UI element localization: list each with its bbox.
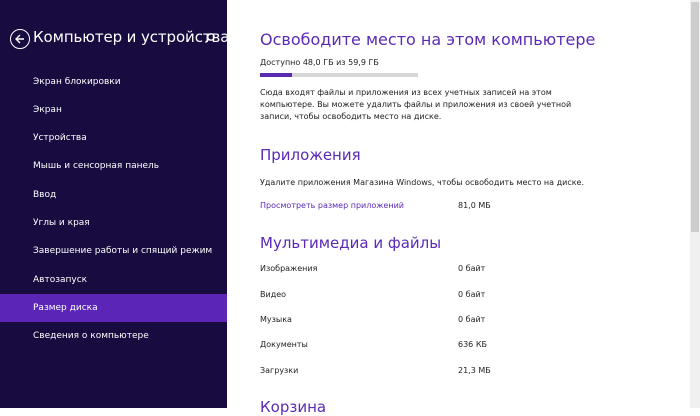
sidebar-item-mouse-touchpad[interactable]: Мышь и сенсорная панель [0, 152, 227, 180]
search-icon[interactable] [204, 32, 216, 44]
media-row-value: 0 байт [458, 290, 486, 299]
media-section-title: Мультимедиа и файлы [260, 234, 442, 252]
sidebar-item-pc-info[interactable]: Сведения о компьютере [0, 322, 227, 350]
apps-size-value: 81,0 МБ [458, 201, 491, 210]
main-content: Освободите место на этом компьютере Дост… [227, 0, 700, 416]
media-row-label: Изображения [260, 264, 318, 273]
media-row-label: Музыка [260, 315, 292, 324]
sidebar-item-display[interactable]: Экран [0, 96, 227, 124]
media-row-value: 636 КБ [458, 340, 487, 349]
apps-description: Удалите приложения Магазина Windows, что… [260, 178, 585, 187]
sidebar-item-disk-space[interactable]: Размер диска [0, 294, 227, 322]
scrollbar-thumb[interactable] [691, 2, 699, 232]
sidebar-item-label: Экран [33, 105, 62, 115]
sidebar-item-label: Устройства [33, 133, 87, 143]
media-row-value: 21,3 МБ [458, 366, 491, 375]
sidebar-item-label: Автозапуск [33, 275, 88, 285]
view-app-sizes-link[interactable]: Просмотреть размер приложений [260, 201, 404, 210]
disk-usage-bar [260, 73, 418, 77]
sidebar-item-devices[interactable]: Устройства [0, 124, 227, 152]
available-space-label: Доступно 48,0 ГБ из 59,9 ГБ [260, 58, 379, 67]
sidebar-item-label: Углы и края [33, 218, 90, 228]
sidebar-title: Компьютер и устройства [33, 28, 230, 46]
page-title: Освободите место на этом компьютере [260, 30, 596, 49]
media-row-label: Загрузки [260, 366, 299, 375]
sidebar-item-label: Завершение работы и спящий режим [33, 246, 213, 256]
sidebar-header: Компьютер и устройства [0, 28, 230, 56]
media-row-label: Документы [260, 340, 308, 349]
sidebar-item-typing[interactable]: Ввод [0, 181, 227, 209]
back-button[interactable] [10, 29, 30, 49]
media-row-label: Видео [260, 290, 287, 299]
sidebar-item-label: Сведения о компьютере [33, 331, 149, 341]
sidebar-item-corners-edges[interactable]: Углы и края [0, 209, 227, 237]
media-row-value: 0 байт [458, 315, 486, 324]
sidebar-item-power-sleep[interactable]: Завершение работы и спящий режим [0, 237, 227, 265]
sidebar: Компьютер и устройства Экран блокировки … [0, 0, 230, 408]
back-arrow-icon [15, 34, 24, 44]
apps-section-title: Приложения [260, 146, 361, 164]
scrollbar[interactable] [690, 0, 700, 408]
page-description: Сюда входят файлы и приложения из всех у… [260, 88, 572, 121]
sidebar-item-label: Размер диска [33, 303, 98, 313]
sidebar-item-label: Мышь и сенсорная панель [33, 161, 160, 171]
recycle-bin-section-title: Корзина [260, 398, 327, 416]
sidebar-item-autoplay[interactable]: Автозапуск [0, 266, 227, 294]
sidebar-item-lock-screen[interactable]: Экран блокировки [0, 68, 227, 96]
disk-usage-bar-fill [260, 73, 292, 77]
media-row-value: 0 байт [458, 264, 486, 273]
sidebar-item-label: Экран блокировки [33, 77, 121, 87]
sidebar-item-label: Ввод [33, 190, 57, 200]
